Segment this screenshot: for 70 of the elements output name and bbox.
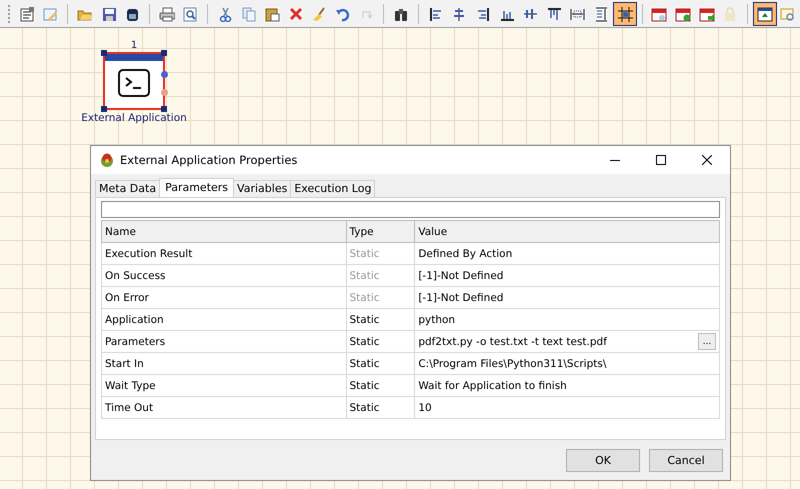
table-cell: Static [346,308,415,330]
window-search-icon [780,6,796,22]
port-dot[interactable] [161,71,168,78]
delete-icon [288,6,304,22]
print-icon [158,6,175,22]
table-cell: Wait Type [102,374,346,396]
save-icon [100,6,117,22]
same-height-icon [593,6,610,22]
table-cell: Application [102,308,346,330]
properties-icon [18,6,35,22]
cancel-button[interactable]: Cancel [649,448,723,472]
resize-handle[interactable] [161,106,167,112]
column-header[interactable]: Name [102,220,346,242]
port-dot[interactable] [161,89,168,96]
table-cell: Static [346,396,415,418]
table-cell: [-1]-Not Defined [414,286,720,308]
align-top-icon [546,6,562,22]
value-text: pdf2txt.py -o test.txt -t text test.pdf [418,336,607,348]
preview-icon [182,6,198,22]
table-cell: Static [346,352,415,374]
ok-button[interactable]: OK [566,448,640,472]
toolbar-button[interactable] [612,2,637,26]
table-cell: Defined By Action [414,242,720,264]
node-label: External Application [81,112,187,124]
paste-icon [264,6,280,22]
resize-handle[interactable] [101,50,107,56]
window-up-icon [756,6,773,22]
calendar-search-icon [651,6,668,22]
calendar-add-icon [674,6,691,22]
value-field[interactable]: pdf2txt.py -o test.txt -t text test.pdf ... [414,330,720,352]
resize-handle[interactable] [101,106,107,112]
table-cell: Static [346,330,415,352]
table-cell: On Success [102,264,346,286]
terminal-icon [118,69,150,97]
table-cell: Time Out [102,396,346,418]
table-cell: Static [346,286,415,308]
table-cell: [-1]-Not Defined [414,264,720,286]
browse-button[interactable]: ... [698,333,716,350]
broom-icon [311,6,328,22]
copy-icon [240,6,257,22]
close-icon [702,155,712,165]
toolbar-button[interactable] [752,2,777,26]
node-number: 1 [130,40,138,52]
table-cell: Wait for Application to finish [414,374,720,396]
table-cell: C:\Program Files\Python311\Scripts\ [414,352,720,374]
table-cell: Static [346,264,415,286]
table-cell: Static [346,374,415,396]
table-cell: Parameters [102,330,346,352]
application-node[interactable] [103,52,165,110]
grid-snap-icon [616,6,633,22]
edit-icon [42,6,58,22]
calendar-go-icon [698,6,715,22]
table-cell: Static [346,242,415,264]
table-cell: Execution Result [102,242,346,264]
resize-handle[interactable] [161,50,167,56]
table-cell: python [414,308,720,330]
maximize-icon [656,155,666,165]
node-header-bar [105,54,163,61]
table-cell: Start In [102,352,346,374]
column-header[interactable]: Type [346,220,415,242]
align-right-icon [475,6,492,22]
column-header[interactable]: Value [414,220,720,242]
align-left-icon [428,6,444,22]
tab[interactable]: Parameters [159,178,234,197]
tab[interactable]: Execution Log [290,180,376,197]
window-title: External Application Properties [120,153,298,167]
tab[interactable]: Meta Data [95,180,160,197]
table-cell: 10 [414,396,720,418]
input-field[interactable] [101,201,720,218]
table-cell: On Error [102,286,346,308]
